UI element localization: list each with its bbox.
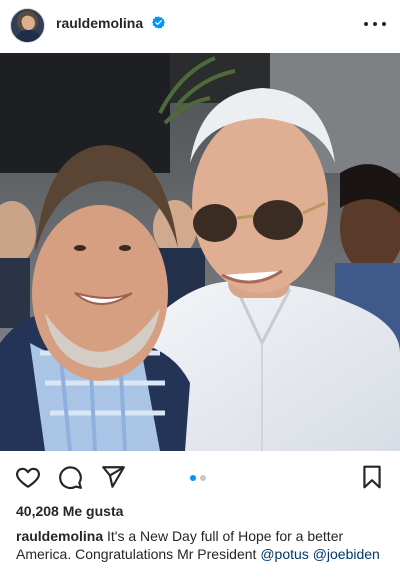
post-photo[interactable] — [0, 53, 400, 451]
likes-count[interactable]: 40,208 Me gusta — [16, 503, 123, 519]
carousel-indicator — [190, 475, 206, 481]
avatar-body — [15, 30, 42, 42]
username[interactable]: rauldemolina — [56, 15, 143, 31]
more-options-icon[interactable] — [364, 14, 386, 34]
carousel-dot-active — [190, 475, 196, 481]
post-header: rauldemolina — [0, 0, 400, 52]
more-dot — [373, 22, 377, 26]
carousel-dot — [200, 475, 206, 481]
mention-joebiden[interactable]: @joebiden — [313, 546, 380, 562]
instagram-post: rauldemolina 40,208 Me gusta rauldemolin… — [0, 0, 400, 586]
heart-icon[interactable] — [15, 464, 41, 490]
photo-illustration — [0, 53, 400, 451]
avatar[interactable] — [10, 8, 45, 43]
avatar-face — [22, 16, 35, 30]
more-dot — [364, 22, 368, 26]
caption: rauldemolina It's a New Day full of Hope… — [16, 527, 388, 563]
post-actions — [0, 458, 400, 498]
comment-bubble-icon[interactable] — [57, 464, 83, 490]
bookmark-icon[interactable] — [359, 464, 385, 490]
mention-potus[interactable]: @potus — [260, 546, 308, 562]
verified-badge-icon — [152, 16, 165, 29]
send-paper-plane-icon[interactable] — [100, 464, 126, 490]
more-dot — [382, 22, 386, 26]
caption-username[interactable]: rauldemolina — [16, 528, 103, 544]
